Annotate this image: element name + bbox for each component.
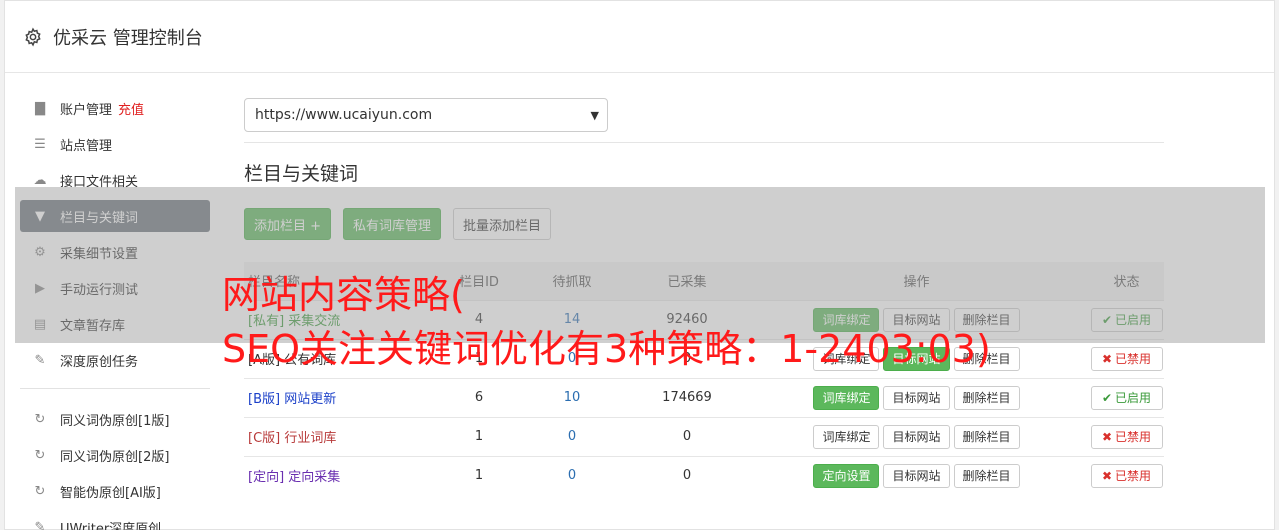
pending-count[interactable]: 10 xyxy=(514,377,630,417)
watermark-line-1: 网站内容策略( xyxy=(222,273,465,317)
sidebar-item-tool-1[interactable]: ↻ 同义词伪原创[2版] xyxy=(20,439,210,471)
status-label: 已禁用 xyxy=(1115,352,1152,366)
refresh-icon: ↻ xyxy=(34,447,46,463)
status-toggle[interactable]: ✖ 已禁用 xyxy=(1090,463,1163,488)
column-name: 行业词库 xyxy=(284,431,337,446)
console-header: 优采云 管理控制台 xyxy=(5,1,1274,73)
sidebar-item-tool-0[interactable]: ↻ 同义词伪原创[1版] xyxy=(20,403,210,435)
actions-cell: 词库绑定目标网站删除栏目 xyxy=(744,416,1089,456)
recharge-link[interactable]: 充值 xyxy=(118,99,144,118)
status-cell: ✔已启用 xyxy=(1089,377,1164,417)
target-site-button[interactable]: 目标网站 xyxy=(883,424,950,449)
cloud-upload-icon: ☁ xyxy=(33,172,47,188)
sidebar-item-label: 智能伪原创[AI版] xyxy=(60,485,161,501)
edit-icon: ✎ xyxy=(34,519,46,530)
bind-lib-button[interactable]: 词库绑定 xyxy=(813,385,880,410)
sidebar-item-0[interactable]: ▇ 账户管理 充值 xyxy=(20,92,210,124)
column-name: 网站更新 xyxy=(284,392,337,407)
edit-icon: ✎ xyxy=(34,352,46,368)
status-toggle[interactable]: ✖ 已禁用 xyxy=(1090,346,1163,371)
target-site-button[interactable]: 目标网站 xyxy=(883,385,950,410)
target-site-button[interactable]: 目标网站 xyxy=(883,463,950,488)
column-name: 定向采集 xyxy=(288,470,341,486)
status-toggle[interactable]: ✔已启用 xyxy=(1090,385,1163,410)
refresh-icon: ↻ xyxy=(34,483,46,499)
gear-icon xyxy=(25,26,41,47)
table-row: [B版] 网站更新 6 10 174669 词库绑定 目标网站 删除栏目 ✔ 已启用 xyxy=(244,377,1164,417)
cross-icon: ✖ xyxy=(1101,351,1113,366)
sidebar-item-label: 同义词伪原创[1版] xyxy=(60,413,170,429)
collected-count: 174669 xyxy=(630,377,744,417)
sidebar-item-tool-2[interactable]: ↻ 智能伪原创[AI版] xyxy=(20,475,210,507)
column-tag: [C版] xyxy=(248,431,281,446)
server-icon: ☰ xyxy=(34,136,46,152)
pending-count[interactable]: 0 xyxy=(514,416,630,456)
sidebar-item-label: 账户管理 xyxy=(60,102,113,118)
column-id: 1 xyxy=(444,455,514,495)
bind-lib-button[interactable]: 词库绑定 xyxy=(813,424,880,449)
delete-column-button[interactable]: 删除栏目 xyxy=(953,463,1020,488)
check-icon: ✔ xyxy=(1101,390,1113,405)
delete-column-button[interactable]: 删除栏目 xyxy=(953,424,1020,449)
status-label: 已禁用 xyxy=(1115,469,1152,484)
bar-chart-icon: ▇ xyxy=(35,100,45,116)
delete-column-button[interactable]: 删除栏目 xyxy=(953,385,1020,410)
collected-count: 0 xyxy=(630,455,744,495)
status-toggle[interactable]: ✖ 已禁用 xyxy=(1090,424,1163,449)
status-label: 已禁用 xyxy=(1115,430,1152,444)
site-select-value: https://www.ucaiyun.com xyxy=(255,107,433,123)
sidebar-item-1[interactable]: ☰ 站点管理 xyxy=(20,128,210,160)
sidebar-item-label: 站点管理 xyxy=(60,138,113,154)
collected-count: 0 xyxy=(630,416,744,456)
status-label: 已启用 xyxy=(1115,391,1152,405)
site-select[interactable]: https://www.ucaiyun.com ▼ xyxy=(244,98,608,132)
watermark-text: 网站内容策略( SEO关注关键词优化有3种策略：1-2403:03) xyxy=(222,268,991,376)
column-id: 6 xyxy=(444,377,514,417)
sidebar-item-label: UWriter深度原创 xyxy=(60,521,162,530)
column-name-cell[interactable]: [定向] 定向采集 xyxy=(244,455,444,495)
actions-cell: 词库绑定目标网站删除栏目 xyxy=(744,377,1089,417)
column-tag: [B版] xyxy=(248,392,281,407)
chevron-down-icon: ▼ xyxy=(590,109,599,122)
pending-count[interactable]: 0 xyxy=(514,455,630,495)
cross-icon: ✖ xyxy=(1101,429,1113,444)
table-row: [定向] 定向采集 1 0 0 定向设置 目标网站 删除栏目 ✖ 已禁用 xyxy=(244,455,1164,495)
refresh-icon: ↻ xyxy=(34,411,46,427)
actions-cell: 定向设置 目标网站 删除栏目 xyxy=(744,455,1089,495)
page-title: 优采云 管理控制台 xyxy=(53,27,203,49)
column-id: 1 xyxy=(444,416,514,456)
sidebar-item-tool-3[interactable]: ✎ UWriter深度原创 xyxy=(20,511,210,530)
sidebar-item-label: 同义词伪原创[2版] xyxy=(60,449,170,465)
cross-icon: ✖ xyxy=(1101,468,1113,483)
column-name-cell[interactable]: [B版] 网站更新 xyxy=(244,377,444,417)
status-cell: ✖ 已禁用 xyxy=(1089,338,1164,378)
sidebar-item-label: 深度原创任务 xyxy=(60,354,139,370)
column-tag: [定向] xyxy=(248,470,285,486)
column-name-cell[interactable]: [C版] 行业词库 xyxy=(244,416,444,456)
table-row: [C版] 行业词库 1 0 0 词库绑定 目标网站 删除栏目 ✖ 已禁用 xyxy=(244,416,1164,456)
bind-lib-button[interactable]: 定向设置 xyxy=(813,463,880,488)
sidebar-divider xyxy=(20,388,210,389)
section-title: 栏目与关键词 xyxy=(244,163,359,185)
status-cell: ✖ 已禁用 xyxy=(1089,455,1164,495)
section-divider xyxy=(244,142,1164,143)
status-cell: ✖ 已禁用 xyxy=(1089,416,1164,456)
sidebar-item-7[interactable]: ✎ 深度原创任务 xyxy=(20,344,210,376)
watermark-line-2: SEO关注关键词优化有3种策略：1-2403:03) xyxy=(222,327,991,371)
